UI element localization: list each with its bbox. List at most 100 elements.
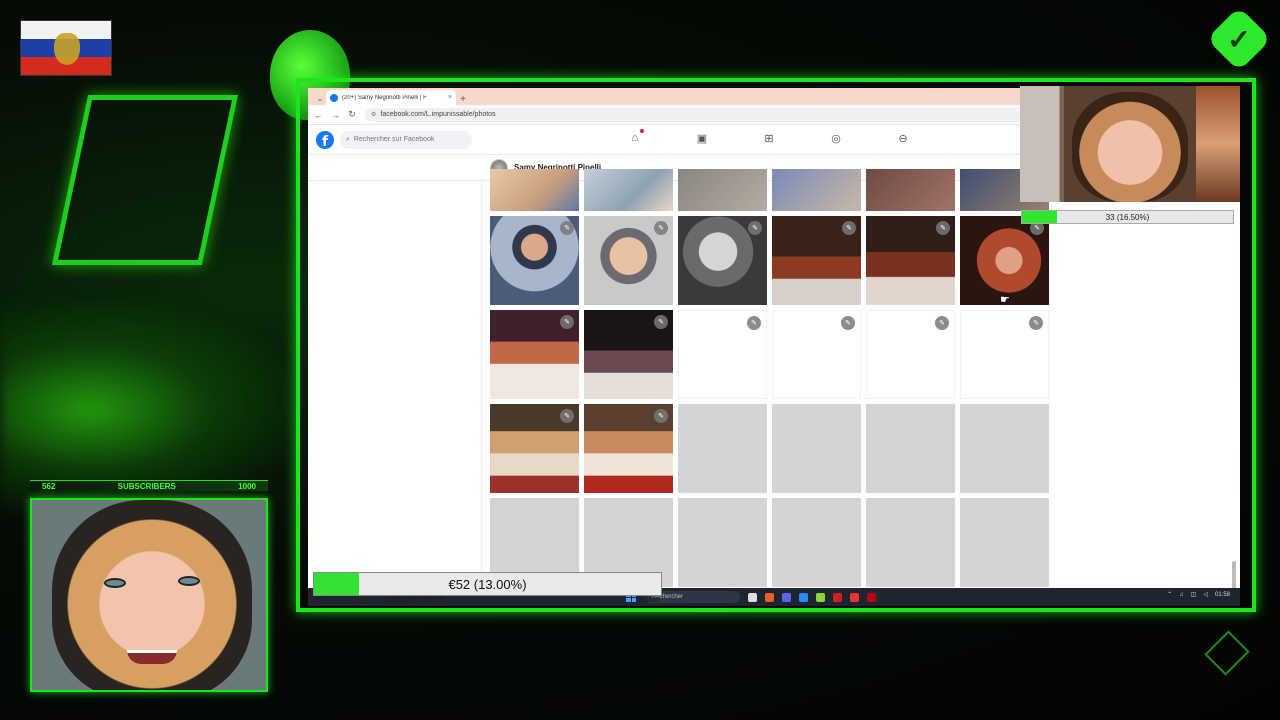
volume-icon[interactable]: ◁ xyxy=(1203,591,1208,598)
photo-tile[interactable]: ✎ xyxy=(772,216,861,305)
photo-tile-loading xyxy=(772,498,861,587)
photo-tile-empty[interactable]: ✎ xyxy=(678,310,767,399)
left-panel xyxy=(308,181,482,591)
subscriber-goal-bar: 562 SUBSCRIBERS 1000 xyxy=(30,480,268,491)
photo-tile[interactable] xyxy=(584,169,673,211)
donation-progress-bar: €52 (13.00%) xyxy=(313,572,662,596)
photo-tile[interactable]: ✎ xyxy=(584,310,673,399)
microphone-icon[interactable]: ♫ xyxy=(1179,592,1184,598)
subscribers-current: 562 xyxy=(42,481,56,491)
tab-menu-icon[interactable]: ⌄ xyxy=(314,91,326,105)
new-tab-button[interactable]: + xyxy=(456,94,470,105)
photo-tile-empty[interactable]: ✎ xyxy=(866,310,955,399)
home-icon[interactable]: ⌂ xyxy=(628,129,644,145)
edit-pencil-icon[interactable]: ✎ xyxy=(560,409,574,423)
edge-icon[interactable] xyxy=(799,592,808,602)
photo-tile[interactable] xyxy=(772,169,861,211)
facebook-logo-icon[interactable]: f xyxy=(316,130,334,149)
chevron-up-icon[interactable]: ⌃ xyxy=(1167,591,1172,598)
photo-tile-loading xyxy=(678,404,767,493)
photo-tile[interactable]: ✎ xyxy=(960,216,1049,305)
edit-pencil-icon[interactable]: ✎ xyxy=(560,315,574,329)
gem-icon xyxy=(1204,630,1250,676)
edit-pencil-icon[interactable]: ✎ xyxy=(841,316,855,330)
tab-facebook[interactable]: (20+) Samy Negrinotti Pinelli | F × xyxy=(326,90,456,105)
photo-tile-empty[interactable]: ✎ xyxy=(960,310,1049,399)
youtube-icon[interactable] xyxy=(850,592,859,602)
photo-tile[interactable]: ✎ xyxy=(678,216,767,305)
facebook-nav: ⌂ ▣ ⊞ ◎ ⊖ xyxy=(628,129,910,145)
edit-pencil-icon[interactable]: ✎ xyxy=(1029,316,1043,330)
photo-tile[interactable]: ✎ xyxy=(490,310,579,399)
edit-pencil-icon[interactable]: ✎ xyxy=(654,315,668,329)
mouth-decoration xyxy=(127,650,177,664)
tab-close-icon[interactable]: × xyxy=(448,94,452,101)
photo-tile[interactable] xyxy=(866,169,955,211)
hand-cursor-icon: ☛ xyxy=(1000,294,1010,306)
edit-pencil-icon[interactable]: ✎ xyxy=(748,221,762,235)
photo-tile-empty[interactable]: ✎ xyxy=(772,310,861,399)
donation-label: €52 (13.00%) xyxy=(448,576,527,592)
edit-pencil-icon[interactable]: ✎ xyxy=(747,316,761,330)
channel-logo xyxy=(51,95,239,265)
video-icon[interactable]: ▣ xyxy=(695,131,709,145)
photo-tile[interactable] xyxy=(678,169,767,211)
goal-progress-label: 33 (16.50%) xyxy=(1105,212,1150,222)
webcam-top xyxy=(1020,86,1240,202)
edit-pencil-icon[interactable]: ✎ xyxy=(654,221,668,235)
edit-pencil-icon[interactable]: ✎ xyxy=(935,316,949,330)
photo-tile-loading xyxy=(678,498,767,587)
marketplace-icon[interactable]: ⊞ xyxy=(762,131,776,145)
donation-start: €0 xyxy=(315,597,323,604)
goal-progress-top: 33 (16.50%) xyxy=(1021,210,1234,224)
goal-progress-fill xyxy=(1022,211,1057,223)
subscribers-label: SUBSCRIBERS xyxy=(117,481,176,491)
photo-tile-loading xyxy=(960,404,1049,493)
network-icon[interactable]: ◫ xyxy=(1191,591,1197,598)
edit-pencil-icon[interactable]: ✎ xyxy=(936,221,950,235)
tab-title: (20+) Samy Negrinotti Pinelli | F xyxy=(342,94,427,101)
webcam-bottom xyxy=(30,498,268,692)
search-icon: ⌕ xyxy=(346,135,350,143)
days-to-go: 1378 DAYS TO GO xyxy=(384,597,445,604)
clock[interactable]: 01:58 xyxy=(1215,592,1230,598)
russian-flag-icon xyxy=(20,20,112,76)
eye-decoration xyxy=(104,578,126,588)
facebook-search[interactable]: ⌕ xyxy=(340,130,472,149)
play-icon[interactable] xyxy=(816,592,825,602)
photo-tile-loading xyxy=(772,404,861,493)
photo-tile[interactable]: ✎ xyxy=(584,216,673,305)
search-input[interactable] xyxy=(353,136,454,143)
forward-icon[interactable]: → xyxy=(331,110,340,120)
gaming-icon[interactable]: ⊖ xyxy=(896,131,910,145)
photos-content: ✎ ✎ ✎ ✎ ✎ ✎ ✎ ✎ ✎ ✎ ✎ ✎ ✎ ✎ ☛ xyxy=(308,169,1240,606)
photo-tile-loading xyxy=(866,498,955,587)
subscribers-goal: 1000 xyxy=(238,481,256,491)
discord-icon[interactable] xyxy=(782,592,791,602)
photo-tile[interactable] xyxy=(490,169,579,211)
file-explorer-icon[interactable] xyxy=(748,592,757,602)
photo-tile[interactable]: ✎ xyxy=(490,404,579,493)
edit-pencil-icon[interactable]: ✎ xyxy=(560,221,574,235)
reload-icon[interactable]: ↻ xyxy=(348,109,356,120)
facebook-favicon-icon xyxy=(330,93,338,102)
background-painting xyxy=(1196,86,1240,202)
system-tray: ⌃ ♫ ◫ ◁ 01:58 xyxy=(1167,591,1230,599)
url-text: facebook.com/L.impunissable/photos xyxy=(380,111,496,118)
donation-meta: €0 1378 DAYS TO GO €400 xyxy=(313,597,662,607)
photo-grid: ✎ ✎ ✎ ✎ ✎ ✎ ✎ ✎ ✎ ✎ ✎ ✎ ✎ ✎ xyxy=(490,169,1050,587)
photo-tile-loading xyxy=(866,404,955,493)
obs-icon[interactable] xyxy=(833,592,842,602)
photo-tile[interactable]: ✎ xyxy=(490,216,579,305)
site-info-icon[interactable]: ⚙ xyxy=(371,111,376,118)
edit-pencil-icon[interactable]: ✎ xyxy=(842,221,856,235)
acrobat-icon[interactable] xyxy=(867,592,876,602)
brave-icon[interactable] xyxy=(765,592,774,602)
photo-tile[interactable]: ✎ xyxy=(866,216,955,305)
edit-pencil-icon[interactable]: ✎ xyxy=(654,409,668,423)
donation-end: €400 xyxy=(644,597,660,604)
back-icon[interactable]: ← xyxy=(314,110,323,120)
groups-icon[interactable]: ◎ xyxy=(829,131,843,145)
streamer-face xyxy=(1072,92,1188,202)
photo-tile[interactable]: ✎ xyxy=(584,404,673,493)
